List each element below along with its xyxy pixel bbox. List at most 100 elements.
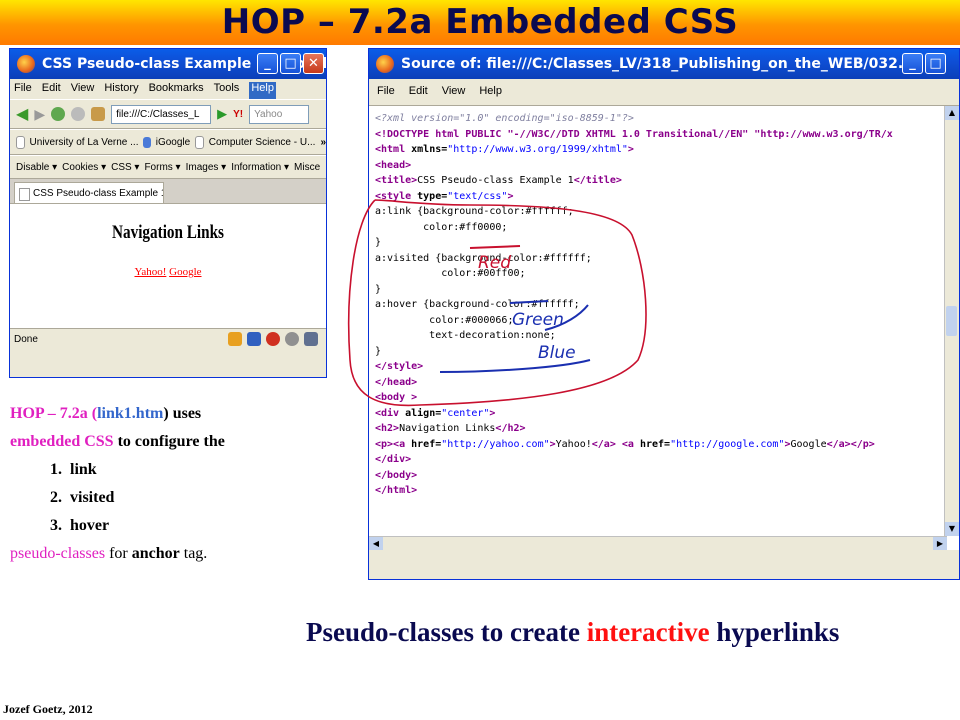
minimize-button[interactable]: _ xyxy=(257,53,278,74)
css-line: } xyxy=(375,345,382,357)
css-line: a:hover {background-color:#ffffff; xyxy=(375,299,580,310)
embedded-css-label: embedded CSS xyxy=(10,433,114,450)
menu-file[interactable]: File xyxy=(14,82,32,99)
menu-edit[interactable]: Edit xyxy=(409,85,428,105)
css-line: a:link {background-color:#ffffff; xyxy=(375,206,574,217)
xml-declaration: <?xml version="1.0" encoding="iso-8859-1… xyxy=(375,113,634,124)
code-token: <html xyxy=(375,144,406,155)
maximize-button[interactable]: □ xyxy=(925,53,946,74)
bookmarks-overflow-icon[interactable]: » xyxy=(320,137,326,148)
search-engine-icon[interactable]: Y! xyxy=(233,109,243,120)
devbar-forms[interactable]: Forms ▾ xyxy=(144,162,180,173)
firefox-window: CSS Pseudo-class Example 1 - Mozilla Fir… xyxy=(9,48,327,378)
devbar-css[interactable]: CSS ▾ xyxy=(111,162,139,173)
back-icon[interactable]: ◀ xyxy=(16,104,28,124)
page-links: Yahoo! Google xyxy=(10,266,326,278)
source-code-area[interactable]: <?xml version="1.0" encoding="iso-8859-1… xyxy=(369,105,959,550)
menu-bookmarks[interactable]: Bookmarks xyxy=(149,82,204,99)
horizontal-scrollbar[interactable]: ◀ ▶ xyxy=(369,536,947,550)
code-token: type= xyxy=(411,190,448,202)
css-line: } xyxy=(375,283,382,295)
pseudo-class-item: 2. visited xyxy=(50,489,115,506)
search-input[interactable]: Yahoo xyxy=(249,104,310,124)
bookmark-cs-icon xyxy=(195,135,204,149)
status-tools-icon[interactable] xyxy=(304,332,318,346)
code-token: href= xyxy=(405,438,442,450)
caption-text: Pseudo-classes to create xyxy=(306,617,587,647)
author-credit: Jozef Goetz, 2012 xyxy=(3,702,93,716)
css-line: text-decoration:none; xyxy=(375,330,556,341)
status-warning-icon[interactable] xyxy=(266,332,280,346)
close-button[interactable]: ✕ xyxy=(303,53,324,74)
menu-view[interactable]: View xyxy=(442,85,466,105)
code-token: <p><a xyxy=(375,438,406,450)
source-titlebar: Source of: file:///C:/Classes_LV/318_Pub… xyxy=(369,49,959,79)
source-window-title: Source of: file:///C:/Classes_LV/318_Pub… xyxy=(401,56,914,72)
menu-edit[interactable]: Edit xyxy=(42,82,61,99)
doctype-line: <!DOCTYPE html PUBLIC "-//W3C//DTD XHTML… xyxy=(375,128,893,140)
page-heading: Navigation Links xyxy=(112,222,224,243)
code-token: > xyxy=(489,407,496,419)
tab-strip: CSS Pseudo-class Example 1 xyxy=(10,179,326,204)
scroll-up-arrow-icon[interactable]: ▲ xyxy=(945,106,959,120)
menu-history[interactable]: History xyxy=(104,82,138,99)
code-token: "http://www.w3.org/1999/xhtml" xyxy=(447,144,628,155)
code-token: </h2> xyxy=(495,423,526,434)
status-info-icon[interactable] xyxy=(285,332,299,346)
maximize-button[interactable]: □ xyxy=(280,53,301,74)
menu-help[interactable]: Help xyxy=(249,82,276,99)
devbar-disable[interactable]: Disable ▾ xyxy=(16,162,57,173)
menu-help[interactable]: Help xyxy=(479,85,502,105)
code-token: </style> xyxy=(375,361,424,372)
scroll-right-arrow-icon[interactable]: ▶ xyxy=(933,537,947,550)
reload-icon[interactable] xyxy=(51,107,66,121)
bookmark-page-icon xyxy=(16,135,25,149)
go-icon[interactable]: ▶ xyxy=(217,106,227,122)
description-text: tag. xyxy=(179,545,208,562)
code-token: </head> xyxy=(375,376,418,388)
scroll-left-arrow-icon[interactable]: ◀ xyxy=(369,537,383,550)
devbar-images[interactable]: Images ▾ xyxy=(186,162,227,173)
code-token: <title> xyxy=(375,175,418,186)
stop-icon[interactable] xyxy=(71,107,86,121)
code-token: > xyxy=(627,144,634,155)
code-token: "http://google.com" xyxy=(670,438,785,450)
devbar-misc[interactable]: Misce xyxy=(294,162,320,173)
status-accessibility-icon[interactable] xyxy=(247,332,261,346)
code-token: </title> xyxy=(573,175,622,186)
css-line: a:visited {background-color:#ffffff; xyxy=(375,252,592,264)
forward-icon[interactable]: ▶ xyxy=(34,106,45,123)
css-line: } xyxy=(375,237,382,248)
code-token: align= xyxy=(399,407,442,419)
source-code: <?xml version="1.0" encoding="iso-8859-1… xyxy=(369,106,959,499)
menu-file[interactable]: File xyxy=(377,85,395,105)
item-hover: hover xyxy=(70,517,110,534)
firefox-statusbar: Done xyxy=(10,328,326,350)
slide-caption: Pseudo-classes to create interactive hyp… xyxy=(306,617,839,648)
url-input[interactable]: file:///C:/Classes_L xyxy=(111,104,212,124)
bookmark-ulv[interactable]: University of La Verne ... xyxy=(30,137,139,148)
menu-tools[interactable]: Tools xyxy=(214,82,240,99)
firefox-titlebar: CSS Pseudo-class Example 1 - Mozilla Fir… xyxy=(10,49,326,79)
minimize-button[interactable]: _ xyxy=(902,53,923,74)
tab-pseudo-class-example[interactable]: CSS Pseudo-class Example 1 xyxy=(14,182,164,203)
bookmark-cs[interactable]: Computer Science - U... xyxy=(209,137,316,148)
status-icons xyxy=(228,332,318,346)
yahoo-link[interactable]: Yahoo! xyxy=(134,266,166,278)
item-visited: visited xyxy=(70,489,115,506)
menu-view[interactable]: View xyxy=(71,82,95,99)
code-token: <h2> xyxy=(375,423,400,434)
scroll-thumb[interactable] xyxy=(946,306,957,336)
firefox-icon xyxy=(376,55,394,73)
home-icon[interactable] xyxy=(91,107,106,121)
vertical-scrollbar[interactable]: ▲ ▼ xyxy=(944,106,959,536)
status-edit-icon[interactable] xyxy=(228,332,242,346)
pseudo-classes-label: pseudo-classes xyxy=(10,545,106,562)
devbar-information[interactable]: Information ▾ xyxy=(231,162,289,173)
description-line-2: embedded CSS to configure the xyxy=(10,428,350,456)
google-link[interactable]: Google xyxy=(169,266,201,278)
bookmark-igoogle[interactable]: iGoogle xyxy=(156,137,190,148)
scroll-down-arrow-icon[interactable]: ▼ xyxy=(945,522,959,536)
devbar-cookies[interactable]: Cookies ▾ xyxy=(62,162,106,173)
tab-label: CSS Pseudo-class Example 1 xyxy=(33,188,164,199)
